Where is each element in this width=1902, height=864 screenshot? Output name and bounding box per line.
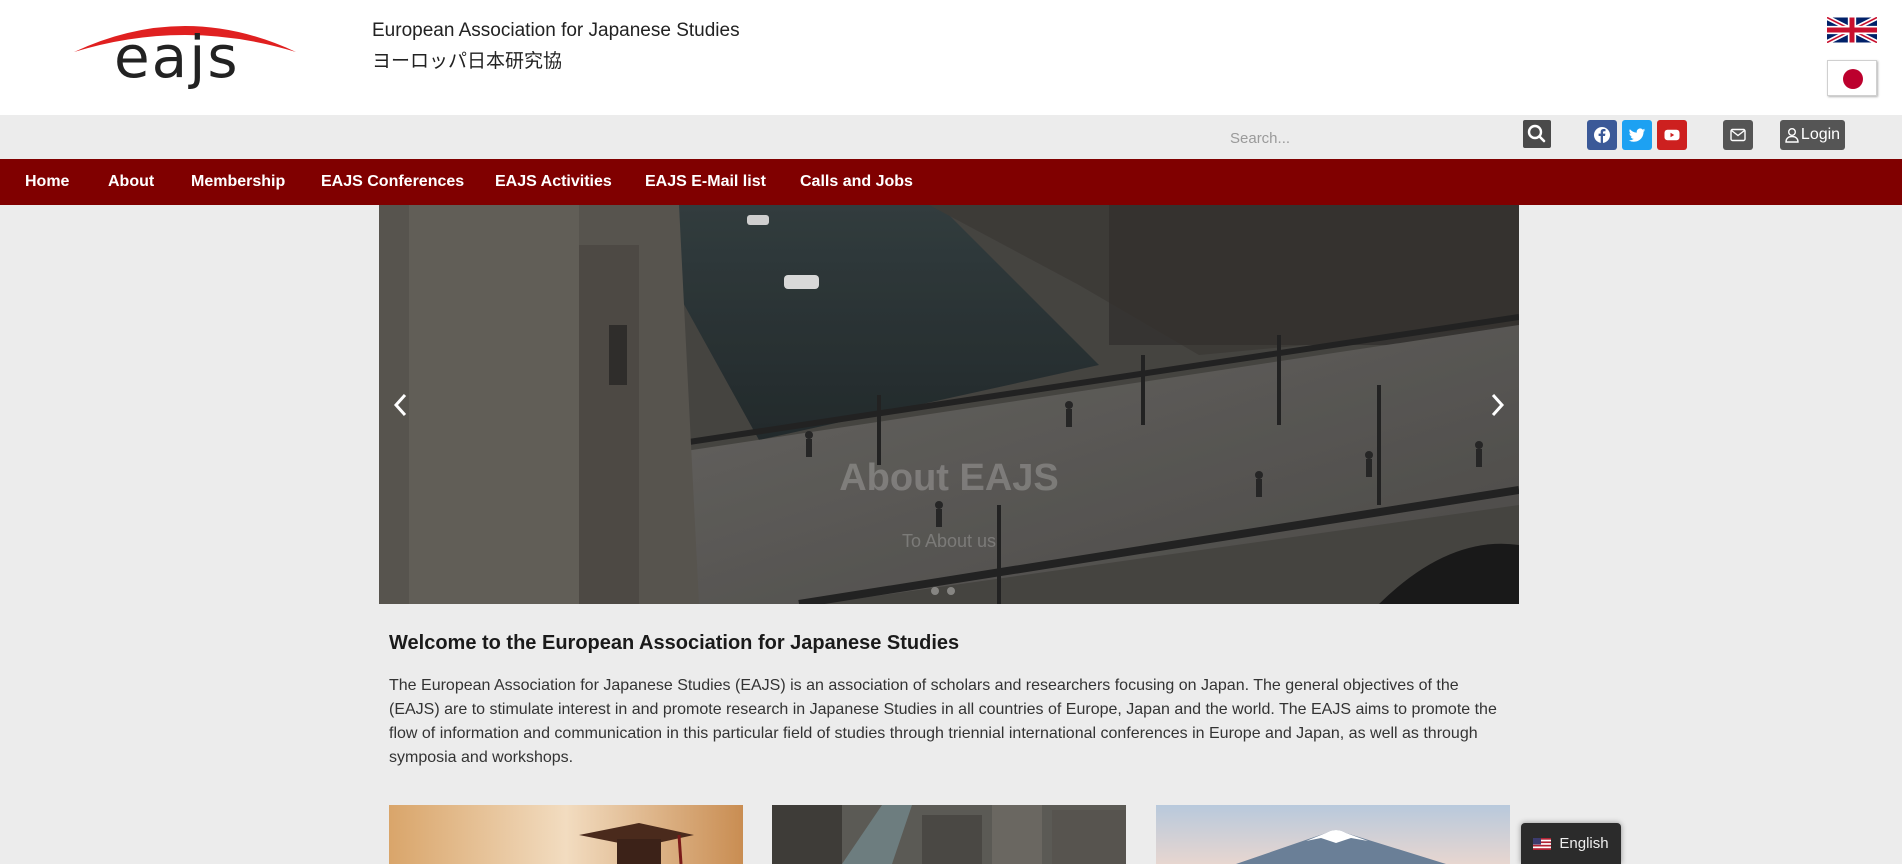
- twitter-button[interactable]: [1622, 120, 1652, 150]
- logo-text: eajs: [114, 23, 240, 91]
- language-label: English: [1559, 835, 1609, 852]
- nav-about[interactable]: About: [108, 159, 154, 205]
- welcome-heading: Welcome to the European Association for …: [389, 632, 960, 654]
- intro-paragraph: The European Association for Japanese St…: [389, 677, 1497, 766]
- nav-calls-and-jobs[interactable]: Calls and Jobs: [800, 159, 913, 205]
- card-city-canal-image[interactable]: [772, 805, 1126, 864]
- user-icon: [1785, 128, 1799, 143]
- language-switcher[interactable]: English: [1521, 823, 1621, 864]
- nav-eajs-email-list[interactable]: EAJS E-Mail list: [645, 159, 766, 205]
- youtube-icon: [1664, 129, 1680, 141]
- japan-flag-sun: [1843, 69, 1863, 89]
- slide-title: About EAJS: [839, 457, 1059, 499]
- search-button[interactable]: [1523, 120, 1551, 148]
- eajs-logo[interactable]: eajs: [72, 14, 298, 94]
- login-label: Login: [1800, 126, 1841, 143]
- hero-slider[interactable]: About EAJS To About us: [379, 205, 1519, 604]
- nav-home[interactable]: Home: [25, 159, 69, 205]
- facebook-button[interactable]: [1587, 120, 1617, 150]
- twitter-icon: [1628, 128, 1646, 142]
- slider-dot[interactable]: [947, 587, 955, 595]
- slider-prev-arrow[interactable]: [389, 390, 413, 420]
- site-header: eajs European Association for Japanese S…: [0, 0, 1902, 115]
- site-name: European Association for Japanese Studie…: [372, 20, 740, 41]
- japan-flag-icon[interactable]: [1827, 60, 1877, 96]
- utility-bar: Login: [0, 115, 1902, 159]
- slider-next-arrow[interactable]: [1485, 390, 1509, 420]
- us-flag-icon: [1533, 837, 1552, 850]
- nav-eajs-conferences[interactable]: EAJS Conferences: [321, 159, 464, 205]
- card-graduation-image[interactable]: [389, 805, 743, 864]
- nav-membership[interactable]: Membership: [191, 159, 285, 205]
- site-name-japanese: ヨーロッパ日本研究協: [372, 50, 563, 72]
- envelope-icon: [1730, 128, 1746, 142]
- card-mount-fuji-image[interactable]: [1156, 805, 1510, 864]
- slider-dots: [931, 587, 955, 595]
- uk-flag-icon[interactable]: [1825, 15, 1879, 45]
- email-button[interactable]: [1723, 120, 1753, 150]
- slider-dot[interactable]: [931, 587, 939, 595]
- search-input[interactable]: [1228, 123, 1524, 153]
- login-button[interactable]: Login: [1780, 120, 1845, 150]
- main-nav: Home About Membership EAJS Conferences E…: [0, 159, 1902, 205]
- slide-link[interactable]: To About us: [379, 531, 1519, 552]
- search-icon: [1527, 124, 1546, 143]
- facebook-icon: [1594, 127, 1610, 143]
- youtube-button[interactable]: [1657, 120, 1687, 150]
- nav-eajs-activities[interactable]: EAJS Activities: [495, 159, 612, 205]
